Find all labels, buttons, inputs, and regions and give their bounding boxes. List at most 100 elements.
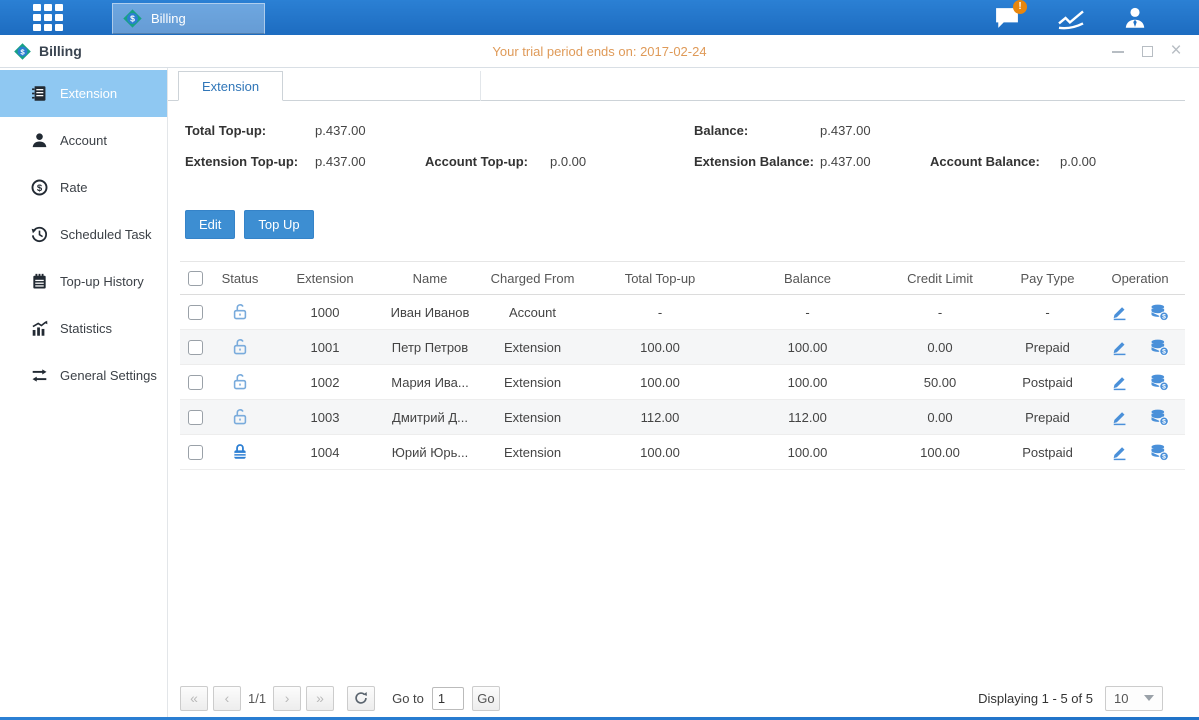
row-checkbox[interactable]	[188, 410, 203, 425]
lock-open-icon	[231, 408, 249, 426]
cell-operation: $	[1095, 400, 1185, 435]
top-up-row-coins-icon[interactable]: $	[1150, 444, 1169, 461]
top-up-row-coins-icon[interactable]: $	[1150, 409, 1169, 426]
total-topup-label: Total Top-up:	[185, 123, 266, 138]
sidebar-item-statistics[interactable]: Statistics	[0, 305, 167, 352]
account-topup-label: Account Top-up:	[425, 154, 528, 169]
edit-row-pencil-icon[interactable]	[1111, 304, 1128, 321]
first-page-button[interactable]: «	[180, 686, 208, 711]
line-chart-icon	[1056, 6, 1086, 30]
trial-notice: Your trial period ends on: 2017-02-24	[0, 44, 1199, 59]
person-icon	[1122, 5, 1148, 31]
column-header-operation: Operation	[1095, 262, 1185, 295]
balance-summary: Total Top-up: p.437.00 Balance: p.437.00…	[168, 123, 1185, 185]
page-size-select[interactable]: 10	[1105, 686, 1163, 711]
billing-window-icon: $	[13, 42, 32, 61]
sidebar: Extension Account $ Rate Scheduled Task …	[0, 68, 168, 717]
top-up-row-coins-icon[interactable]: $	[1150, 304, 1169, 321]
refresh-button[interactable]	[347, 686, 375, 711]
taskbar-item-billing[interactable]: $ Billing	[112, 3, 265, 34]
goto-page-input[interactable]	[432, 687, 464, 710]
tab-strip-divider	[283, 71, 481, 101]
sidebar-item-extension[interactable]: Extension	[0, 70, 167, 117]
main-content: Extension Total Top-up: p.437.00 Balance…	[168, 68, 1185, 717]
notifications-message-icon[interactable]: !	[991, 5, 1023, 31]
taskbar-item-label: Billing	[151, 11, 186, 26]
cell-balance: 100.00	[735, 435, 880, 470]
svg-text:$: $	[1162, 313, 1166, 320]
lock-closed-icon	[231, 443, 249, 461]
edit-row-pencil-icon[interactable]	[1111, 409, 1128, 426]
column-header-balance: Balance	[735, 262, 880, 295]
pagination-bar: « ‹ 1/1 › » Go to Go Displaying 1 - 5 of…	[180, 685, 1173, 711]
sidebar-item-scheduled-task[interactable]: Scheduled Task	[0, 211, 167, 258]
top-up-row-coins-icon[interactable]: $	[1150, 374, 1169, 391]
cell-balance: -	[735, 295, 880, 330]
last-page-button[interactable]: »	[306, 686, 334, 711]
app-launcher-grid-icon[interactable]	[33, 5, 71, 31]
select-all-checkbox[interactable]	[188, 271, 203, 286]
top-up-row-coins-icon[interactable]: $	[1150, 339, 1169, 356]
user-account-icon[interactable]	[1119, 5, 1151, 31]
edit-row-pencil-icon[interactable]	[1111, 444, 1128, 461]
cell-credit-limit: 0.00	[880, 400, 1000, 435]
row-checkbox[interactable]	[188, 375, 203, 390]
sidebar-item-label: Top-up History	[60, 274, 144, 289]
cell-total-topup: 112.00	[585, 400, 735, 435]
cell-charged-from: Extension	[480, 330, 585, 365]
cell-operation: $	[1095, 435, 1185, 470]
row-checkbox[interactable]	[188, 445, 203, 460]
row-checkbox[interactable]	[188, 305, 203, 320]
go-button[interactable]: Go	[472, 686, 500, 711]
sidebar-item-general-settings[interactable]: General Settings	[0, 352, 167, 399]
svg-text:$: $	[20, 47, 25, 56]
cell-pay-type: -	[1000, 295, 1095, 330]
edit-row-pencil-icon[interactable]	[1111, 374, 1128, 391]
edit-row-pencil-icon[interactable]	[1111, 339, 1128, 356]
sidebar-item-rate[interactable]: $ Rate	[0, 164, 167, 211]
sidebar-item-topup-history[interactable]: Top-up History	[0, 258, 167, 305]
cell-balance: 100.00	[735, 330, 880, 365]
cell-credit-limit: 50.00	[880, 365, 1000, 400]
edit-button[interactable]: Edit	[185, 210, 235, 239]
next-page-button[interactable]: ›	[273, 686, 301, 711]
sidebar-item-account[interactable]: Account	[0, 117, 167, 164]
cell-credit-limit: -	[880, 295, 1000, 330]
table-row: 1003 Дмитрий Д... Extension 112.00 112.0…	[180, 400, 1185, 435]
svg-text:$: $	[1162, 453, 1166, 460]
rate-dollar-icon: $	[31, 179, 48, 196]
scheduled-task-clock-icon	[31, 226, 48, 243]
cell-pay-type: Postpaid	[1000, 435, 1095, 470]
cell-status	[210, 365, 270, 400]
total-topup-value: p.437.00	[315, 123, 366, 138]
extension-table: Status Extension Name Charged From Total…	[180, 261, 1185, 470]
maximize-button[interactable]	[1139, 43, 1155, 59]
cell-extension: 1002	[270, 365, 380, 400]
column-header-name: Name	[380, 262, 480, 295]
cell-total-topup: 100.00	[585, 435, 735, 470]
general-settings-arrows-icon	[31, 367, 48, 384]
tab-extension[interactable]: Extension	[178, 71, 283, 101]
minimize-button[interactable]	[1110, 43, 1126, 59]
cell-status	[210, 330, 270, 365]
column-header-credit-limit: Credit Limit	[880, 262, 1000, 295]
top-up-button[interactable]: Top Up	[244, 210, 313, 239]
prev-page-button[interactable]: ‹	[213, 686, 241, 711]
resource-monitor-chart-icon[interactable]	[1055, 5, 1087, 31]
cell-status	[210, 295, 270, 330]
extension-ledger-icon	[31, 85, 48, 102]
sidebar-item-label: Extension	[60, 86, 117, 101]
row-checkbox[interactable]	[188, 340, 203, 355]
cell-operation: $	[1095, 365, 1185, 400]
refresh-icon	[354, 691, 368, 705]
lock-open-icon	[231, 303, 249, 321]
svg-text:$: $	[130, 14, 135, 24]
sidebar-item-label: Scheduled Task	[60, 227, 152, 242]
tab-strip: Extension	[168, 70, 1185, 101]
cell-extension: 1000	[270, 295, 380, 330]
close-button[interactable]: ×	[1168, 43, 1184, 59]
cell-balance: 112.00	[735, 400, 880, 435]
column-header-status: Status	[210, 262, 270, 295]
column-header-total-topup: Total Top-up	[585, 262, 735, 295]
table-header-row: Status Extension Name Charged From Total…	[180, 262, 1185, 295]
